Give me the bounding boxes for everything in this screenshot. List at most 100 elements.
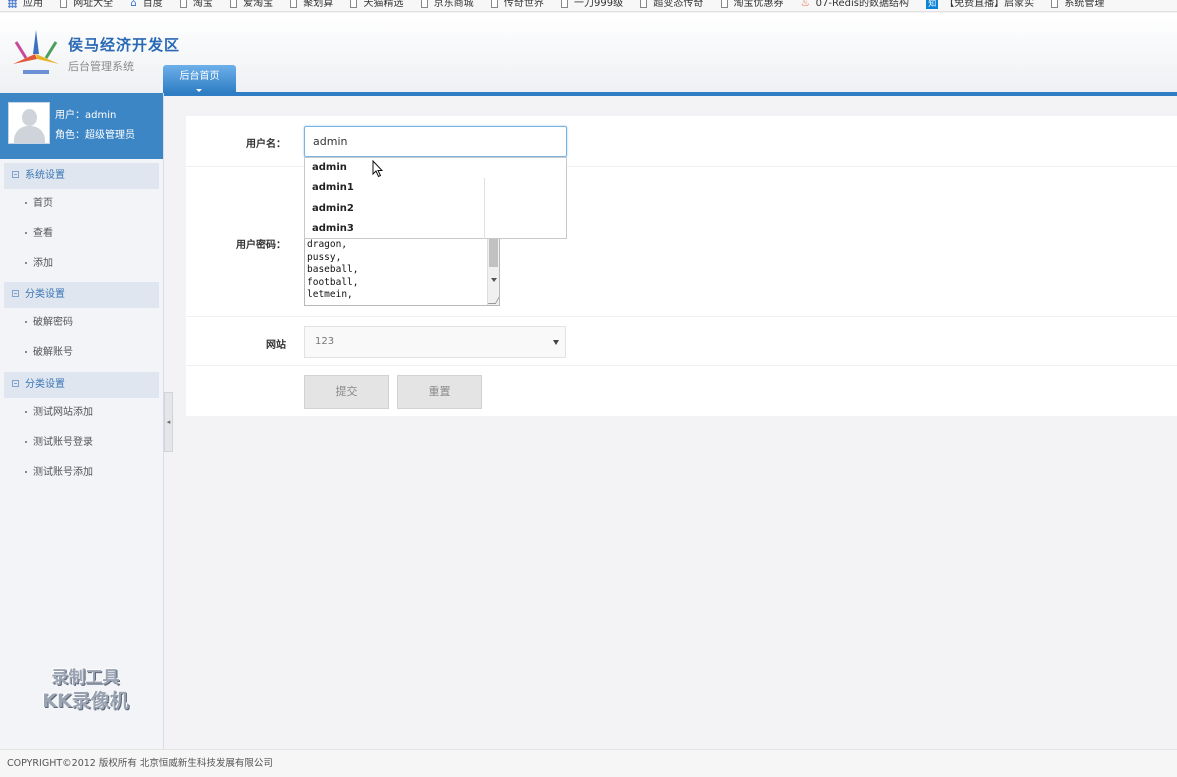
header-divider	[163, 92, 1177, 96]
main-form: 用户名： admin admin admin1 admin2 admin3 用户…	[186, 116, 1177, 416]
bullet-icon	[25, 321, 27, 324]
password-line: dragon,	[307, 239, 348, 250]
collapse-icon	[12, 290, 19, 298]
username-label: 用户名：	[246, 139, 286, 150]
password-label: 用户密码：	[236, 240, 286, 251]
sidebar-item-home[interactable]: 首页	[0, 189, 163, 219]
watermark-line-2: KK录像机	[42, 690, 129, 712]
page-icon	[60, 0, 68, 8]
fire-icon: ♨	[800, 0, 810, 9]
avatar-head	[22, 109, 37, 126]
app-header: 侯马经济开发区 后台管理系统 后台首页	[0, 13, 1177, 96]
bookmark-item[interactable]: 超变态传奇	[640, 0, 703, 9]
chevron-down-icon	[553, 340, 559, 345]
page-icon	[720, 0, 728, 8]
site-select[interactable]: 123	[304, 326, 566, 358]
textarea-scrollbar[interactable]	[487, 235, 499, 305]
page-icon	[230, 0, 238, 8]
bookmark-item[interactable]: 一刀999级	[561, 0, 623, 9]
sidebar-item-test-account-add[interactable]: 测试账号添加	[0, 458, 163, 488]
dropdown-divider	[484, 178, 485, 239]
collapse-icon	[12, 379, 19, 387]
sidebar-item-add[interactable]: 添加	[0, 249, 163, 279]
user-panel: 用户：admin 角色：超级管理员	[0, 93, 163, 159]
page-icon	[561, 0, 569, 8]
page-icon	[1051, 0, 1059, 8]
site-subtitle: 后台管理系统	[68, 60, 134, 73]
password-textarea[interactable]: dragon, pussy, baseball, football, letme…	[304, 234, 500, 306]
bookmark-item[interactable]: 知【免费直播】启蒙实	[926, 0, 1034, 9]
bullet-icon	[25, 261, 27, 264]
sidebar-item-view[interactable]: 查看	[0, 219, 163, 249]
avatar	[8, 102, 50, 144]
site-label: 网站	[266, 340, 286, 351]
sidebar-item-test-site-add[interactable]: 测试网站添加	[0, 398, 163, 428]
collapse-icon	[12, 171, 19, 178]
bookmark-item[interactable]: 京东商城	[420, 0, 474, 9]
bullet-icon	[25, 470, 27, 473]
sidebar-item-crack-password[interactable]: 破解密码	[0, 308, 163, 338]
site-title: 侯马经济开发区	[68, 36, 181, 54]
page-icon	[640, 0, 648, 8]
user-name: 用户：admin	[55, 110, 117, 121]
sidebar-section-category[interactable]: 分类设置	[4, 282, 159, 309]
bookmark-item[interactable]: 传奇世界	[490, 0, 544, 9]
sidebar-section-system[interactable]: 系统设置	[4, 163, 159, 189]
autocomplete-option[interactable]: admin2	[305, 199, 566, 219]
bookmark-item[interactable]: 聚划算	[290, 0, 333, 9]
username-input[interactable]: admin	[304, 126, 567, 157]
bullet-icon	[25, 231, 27, 234]
bullet-icon	[25, 351, 27, 354]
password-line: pussy,	[307, 251, 342, 263]
bookmarks-bar: 应用 网址大全 ⌂ 百度 淘宝 爱淘宝 聚划算 天猫精选 京东商城 传奇世界 一刀…	[0, 0, 1177, 12]
bookmark-item[interactable]: ♨ 07-Redis的数据结构	[801, 0, 909, 9]
logo-icon	[13, 30, 59, 74]
autocomplete-option[interactable]: admin	[305, 158, 566, 179]
bookmark-item[interactable]: ⌂ 百度	[130, 0, 162, 9]
sidebar-item-crack-account[interactable]: 破解账号	[0, 338, 163, 368]
page-icon	[350, 0, 358, 8]
bookmark-item[interactable]: 淘宝	[179, 0, 213, 9]
page-icon	[490, 0, 498, 8]
page-icon	[179, 0, 187, 8]
avatar-body	[14, 126, 45, 143]
page-icon	[420, 0, 428, 8]
bookmark-item[interactable]: 爱淘宝	[230, 0, 273, 9]
user-info: 用户：admin 角色：超级管理员	[55, 106, 135, 146]
tab-home[interactable]: 后台首页	[163, 65, 236, 93]
bookmark-apps[interactable]: 应用	[0, 0, 43, 9]
apps-icon	[8, 0, 17, 8]
watermark: 录制工具 KK录像机	[28, 667, 143, 713]
sidebar-section-category-2[interactable]: 分类设置	[4, 371, 159, 398]
password-line: football,	[307, 276, 359, 288]
autocomplete-option[interactable]: admin3	[305, 219, 566, 239]
submit-button[interactable]: 提交	[304, 375, 389, 409]
zhihu-icon: 知	[926, 0, 939, 9]
scroll-down-icon[interactable]	[491, 278, 497, 282]
chevron-left-icon: ◂	[166, 418, 171, 426]
site-select-value: 123	[315, 336, 335, 347]
bullet-icon	[25, 410, 27, 413]
reset-button[interactable]: 重置	[397, 375, 482, 409]
autocomplete-option[interactable]: admin1	[305, 178, 566, 198]
bookmark-item[interactable]: 系统管理	[1051, 0, 1104, 9]
bullet-icon	[25, 202, 27, 204]
scrollbar-thumb[interactable]	[489, 237, 498, 267]
tab-home-label: 后台首页	[179, 71, 220, 82]
autocomplete-dropdown: admin admin1 admin2 admin3	[304, 157, 567, 239]
sidebar-item-test-account-login[interactable]: 测试账号登录	[0, 428, 163, 458]
page-icon	[290, 0, 298, 8]
password-line: letmein,	[307, 289, 353, 301]
home-icon: ⌂	[130, 0, 137, 9]
bookmark-item[interactable]: 网址大全	[60, 0, 113, 9]
footer: COPYRIGHT©2012 版权所有 北京恒威新生科技发展有限公司	[0, 749, 1177, 777]
user-role: 角色：超级管理员	[55, 130, 135, 141]
mouse-cursor-icon	[372, 160, 384, 178]
bookmark-item[interactable]: 天猫精选	[350, 0, 403, 9]
bookmark-item[interactable]: 淘宝优惠券	[720, 0, 784, 9]
bullet-icon	[25, 440, 27, 443]
password-line: baseball,	[307, 264, 359, 276]
watermark-line-1: 录制工具	[51, 668, 120, 688]
sidebar: 用户：admin 角色：超级管理员 系统设置 首页 查看 添加 分类设置 破解密…	[0, 93, 164, 749]
sidebar-collapse-handle[interactable]: ◂	[164, 392, 173, 452]
